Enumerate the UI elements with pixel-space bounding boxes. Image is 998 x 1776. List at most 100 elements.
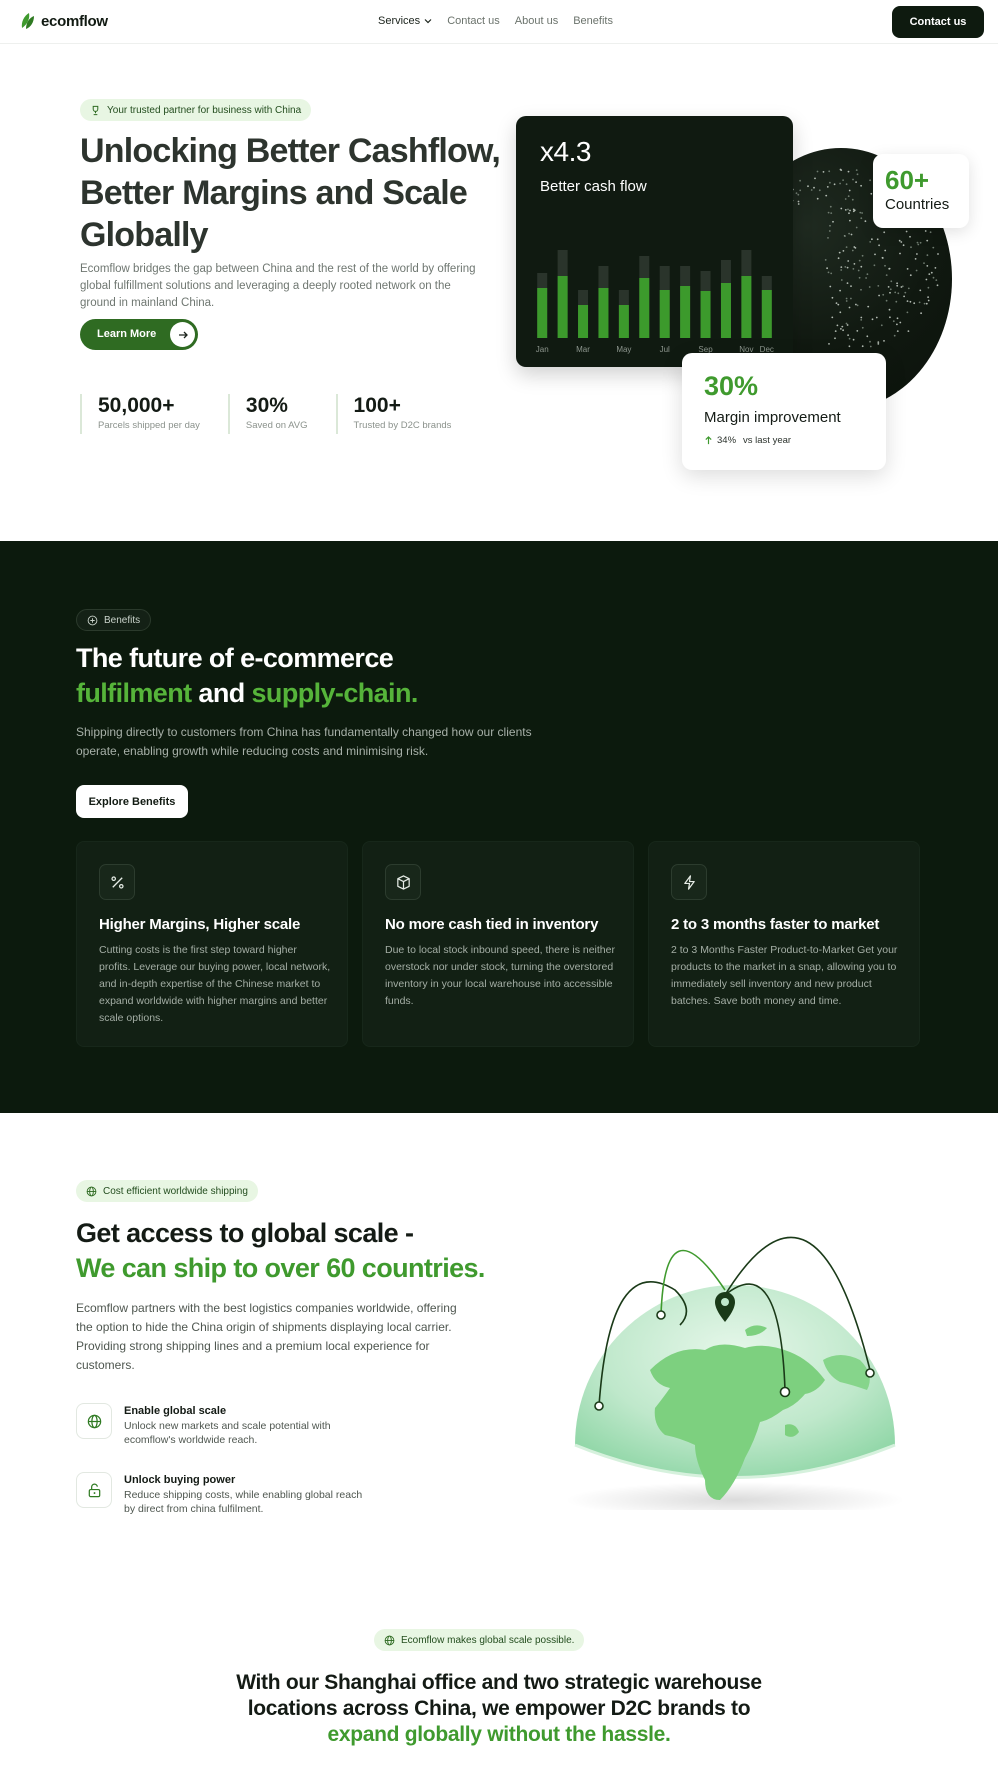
cashflow-value: x4.3 bbox=[540, 136, 591, 167]
feature-title: Enable global scale bbox=[124, 1405, 227, 1417]
shipping-description: Ecomflow partners with the best logistic… bbox=[76, 1301, 457, 1372]
bar-aug bbox=[680, 286, 691, 338]
stat-caption: Parcels shipped per day bbox=[98, 420, 200, 431]
stat-value: 30% bbox=[245, 394, 288, 417]
benefits-title-and: and bbox=[191, 678, 252, 708]
arrow-up-icon bbox=[705, 436, 712, 445]
trend-value: 34% bbox=[717, 435, 737, 446]
countries-value: 60+ bbox=[885, 165, 930, 195]
bar-oct bbox=[720, 283, 731, 338]
tick-label-mar: Mar bbox=[576, 345, 590, 354]
benefit-card-margins: Higher Margins, Higher scale Cutting cos… bbox=[76, 841, 348, 1047]
closing-title-green: expand globally without the hassle. bbox=[327, 1723, 671, 1746]
nav-contact[interactable]: Contact us bbox=[447, 15, 500, 27]
learn-more-button[interactable]: Learn More bbox=[80, 319, 198, 350]
closing-pill: Ecomflow makes global scale possible. bbox=[374, 1629, 585, 1651]
bar-feb bbox=[557, 276, 568, 338]
plus-circle-icon bbox=[87, 615, 98, 625]
brand-name: ecomflow bbox=[41, 12, 108, 30]
countries-label: Countries bbox=[885, 196, 950, 213]
benefit-card-inventory: No more cash tied in inventory Due to lo… bbox=[362, 841, 634, 1047]
shipping-pill-text: Cost efficient worldwide shipping bbox=[103, 1185, 248, 1197]
box-icon bbox=[385, 864, 421, 900]
top-nav: ecomflow Services Contact us About us Be… bbox=[0, 0, 998, 44]
nav-benefits[interactable]: Benefits bbox=[573, 15, 613, 27]
stat-caption: Trusted by D2C brands bbox=[353, 420, 452, 431]
closing-pill-text: Ecomflow makes global scale possible. bbox=[401, 1634, 575, 1646]
stat-caption: Saved on AVG bbox=[245, 420, 308, 431]
shipping-globe-illustration bbox=[555, 1210, 915, 1518]
shipping-title-line1: Get access to global scale - bbox=[76, 1218, 414, 1248]
feature-title: Unlock buying power bbox=[124, 1474, 236, 1486]
stat-saved: 30% Saved on AVG bbox=[227, 394, 308, 434]
feature-text: Unlock new markets and scale potential w… bbox=[124, 1420, 331, 1446]
shipping-pill: Cost efficient worldwide shipping bbox=[76, 1180, 258, 1202]
benefits-title-line1: The future of e-commerce bbox=[76, 643, 394, 673]
nav-links: Services Contact us About us Benefits bbox=[378, 15, 613, 27]
bar-jan bbox=[537, 288, 548, 338]
feature-text: Reduce shipping costs, while enabling gl… bbox=[124, 1489, 363, 1515]
globe-icon bbox=[86, 1186, 97, 1196]
explore-benefits-button[interactable]: Explore Benefits bbox=[76, 785, 188, 818]
nav-services[interactable]: Services bbox=[378, 15, 432, 27]
tick-label-may: May bbox=[616, 345, 631, 354]
globe-icon bbox=[76, 1403, 112, 1439]
stat-value: 50,000+ bbox=[98, 394, 175, 417]
percent-icon bbox=[99, 864, 135, 900]
cashflow-chart-card: x4.3 Better cash flow Jan Mar May Jul Sep Nov… bbox=[516, 116, 793, 367]
benefits-description: Shipping directly to customers from Chin… bbox=[76, 725, 532, 758]
brand-logo[interactable]: ecomflow bbox=[20, 12, 108, 30]
benefit-card-text: 2 to 3 Months Faster Product-to-Market G… bbox=[671, 944, 898, 1007]
nav-about[interactable]: About us bbox=[515, 15, 558, 27]
benefit-card-text: Due to local stock inbound speed, there … bbox=[385, 944, 615, 1007]
closing-title: With our Shanghai office and two strateg… bbox=[199, 1670, 799, 1748]
lightning-icon bbox=[671, 864, 707, 900]
benefits-pill-text: Benefits bbox=[104, 614, 141, 626]
tick-label-jul: Jul bbox=[660, 345, 670, 354]
hero-pill: Your trusted partner for business with C… bbox=[80, 99, 312, 121]
benefits-section: Benefits The future of e-commerce fulfil… bbox=[0, 541, 998, 1113]
learn-more-label: Learn More bbox=[97, 328, 157, 340]
hero-pill-text: Your trusted partner for business with C… bbox=[107, 104, 302, 116]
unlock-icon bbox=[76, 1472, 112, 1508]
bar-jun bbox=[639, 278, 650, 338]
shipping-title-line2: We can ship to over 60 countries. bbox=[76, 1253, 485, 1283]
bar-nov bbox=[741, 276, 752, 338]
bar-sep bbox=[700, 291, 711, 338]
cashflow-label: Better cash flow bbox=[540, 178, 647, 195]
leaf-logo-icon bbox=[21, 13, 34, 29]
trophy-icon bbox=[92, 105, 99, 115]
benefits-title: The future of e-commerce fulfilment and … bbox=[76, 641, 418, 711]
bar-dec bbox=[761, 290, 772, 338]
chevron-down-icon bbox=[424, 19, 432, 24]
contact-us-button[interactable]: Contact us bbox=[892, 6, 984, 38]
margin-card: 30% Margin improvement 34% vs last year bbox=[682, 353, 886, 470]
stat-value: 100+ bbox=[353, 394, 401, 417]
margin-trend: 34% vs last year bbox=[704, 435, 791, 446]
arrow-right-icon bbox=[170, 322, 195, 347]
benefit-card-title: 2 to 3 months faster to market bbox=[671, 916, 880, 933]
globe-icon bbox=[384, 1635, 395, 1645]
cashflow-bar-chart: Jan Mar May Jul Sep Nov Dec bbox=[536, 250, 774, 354]
stat-trusted: 100+ Trusted by D2C brands bbox=[335, 394, 452, 434]
margin-label: Margin improvement bbox=[704, 409, 841, 426]
hero-description: Ecomflow bridges the gap between China a… bbox=[80, 263, 476, 309]
benefit-card-title: No more cash tied in inventory bbox=[385, 916, 599, 933]
bar-mar bbox=[578, 305, 589, 338]
stat-parcels: 50,000+ Parcels shipped per day bbox=[80, 394, 200, 434]
benefits-title-green1: fulfilment bbox=[76, 678, 192, 708]
bar-apr bbox=[598, 288, 609, 338]
hero-title: Unlocking Better Cashflow, Better Margin… bbox=[80, 132, 501, 254]
shipping-title: Get access to global scale - We can ship… bbox=[76, 1216, 485, 1286]
benefits-pill: Benefits bbox=[76, 609, 152, 631]
countries-card: 60+ Countries bbox=[873, 154, 969, 228]
hero-stats: 50,000+ Parcels shipped per day 30% Save… bbox=[80, 394, 479, 434]
benefit-card-faster: 2 to 3 months faster to market 2 to 3 Mo… bbox=[648, 841, 920, 1047]
closing-title-text: With our Shanghai office and two strateg… bbox=[236, 1671, 762, 1720]
tick-label-jan: Jan bbox=[536, 345, 549, 354]
benefits-title-green2: supply-chain. bbox=[251, 678, 419, 708]
benefit-card-text: Cutting costs is the first step toward h… bbox=[99, 944, 331, 1024]
nav-services-label: Services bbox=[378, 15, 421, 27]
bar-may bbox=[618, 305, 629, 338]
benefit-card-title: Higher Margins, Higher scale bbox=[99, 916, 301, 933]
